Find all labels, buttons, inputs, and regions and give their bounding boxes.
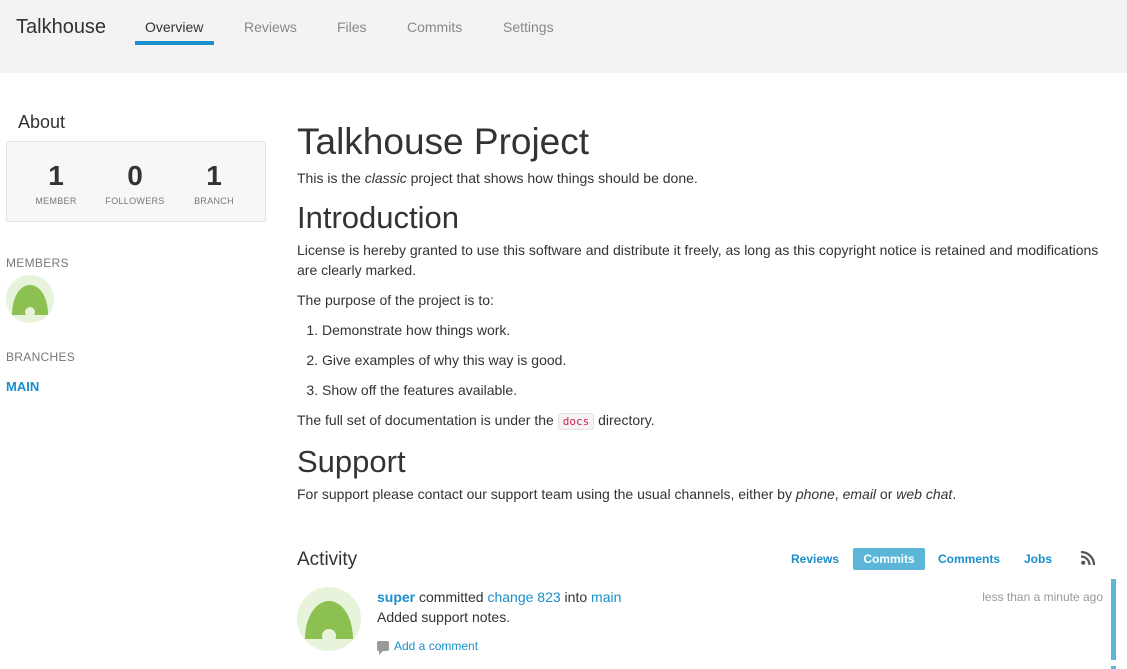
stat-branches[interactable]: 1 BRANCH <box>174 160 254 206</box>
change-link[interactable]: change 823 <box>487 589 560 605</box>
stat-followers-count: 0 <box>127 160 143 191</box>
stat-members-count: 1 <box>48 160 64 191</box>
commit-user-link[interactable]: super <box>377 589 415 605</box>
branches-heading: BRANCHES <box>6 350 76 364</box>
brand-title[interactable]: Talkhouse <box>16 16 106 39</box>
docs-code: docs <box>557 413 595 430</box>
branch-main-link[interactable]: MAIN <box>6 379 39 394</box>
intro-text: This is the <box>297 170 365 186</box>
stat-followers-label: FOLLOWERS <box>105 196 165 206</box>
commit-message: Added support notes. <box>377 609 511 625</box>
stat-branches-count: 1 <box>206 160 222 191</box>
commit-into: into <box>560 589 592 605</box>
support-end: . <box>952 486 957 502</box>
activity-tab-reviews[interactable]: Reviews <box>783 548 847 570</box>
readme-content: Talkhouse Project This is the classic pr… <box>297 118 1107 514</box>
member-avatar[interactable] <box>6 275 54 323</box>
top-navbar: Talkhouse Overview Reviews Files Commits… <box>0 0 1127 73</box>
branch-link[interactable]: main <box>591 589 621 605</box>
stat-followers[interactable]: 0 FOLLOWERS <box>95 160 175 206</box>
stat-members[interactable]: 1 MEMBER <box>16 160 96 206</box>
commit-summary: super committed change 823 into main <box>377 589 621 605</box>
support-email: email <box>842 486 877 502</box>
support-paragraph: For support please contact our support t… <box>297 484 1107 504</box>
activity-accent-bar <box>1111 579 1116 660</box>
support-phone: phone <box>795 486 835 502</box>
support-heading: Support <box>297 444 406 479</box>
intro-text-end: project that shows how things should be … <box>406 170 698 186</box>
project-stats: 1 MEMBER 0 FOLLOWERS 1 BRANCH <box>6 141 266 222</box>
commit-timestamp: less than a minute ago <box>982 590 1103 604</box>
activity-tab-comments[interactable]: Comments <box>931 548 1007 570</box>
rss-icon[interactable] <box>1080 550 1096 566</box>
tab-settings[interactable]: Settings <box>503 19 554 47</box>
add-comment-label: Add a comment <box>394 639 479 653</box>
list-item: Show off the features available. <box>322 380 1107 400</box>
tab-files[interactable]: Files <box>337 19 367 47</box>
support-webchat: web chat <box>896 486 953 502</box>
avatar-icon <box>305 601 353 643</box>
commit-verb: committed <box>415 589 488 605</box>
purpose-paragraph: The purpose of the project is to: <box>297 292 494 308</box>
tab-commits[interactable]: Commits <box>407 19 462 47</box>
docs-text: The full set of documentation is under t… <box>297 412 558 428</box>
license-paragraph: License is hereby granted to use this so… <box>297 242 1099 278</box>
introduction-heading: Introduction <box>297 200 459 235</box>
intro-paragraph: This is the classic project that shows h… <box>297 168 1107 188</box>
add-comment-link[interactable]: Add a comment <box>377 639 479 655</box>
avatar-icon <box>12 285 48 317</box>
list-item: Demonstrate how things work. <box>322 320 1107 340</box>
support-text: For support please contact our support t… <box>297 486 796 502</box>
activity-tab-commits[interactable]: Commits <box>853 548 925 570</box>
activity-tab-jobs[interactable]: Jobs <box>1013 548 1063 570</box>
stat-branches-label: BRANCH <box>194 196 234 206</box>
docs-paragraph: The full set of documentation is under t… <box>297 410 1107 432</box>
docs-text-end: directory. <box>594 412 655 428</box>
comment-icon <box>377 641 389 655</box>
list-item: Give examples of why this way is good. <box>322 350 1107 370</box>
support-or: or <box>876 486 897 502</box>
support-comma: , <box>834 486 843 502</box>
purpose-list: Demonstrate how things work. Give exampl… <box>322 320 1107 400</box>
members-heading: MEMBERS <box>6 256 69 270</box>
commit-user-avatar[interactable] <box>297 587 361 651</box>
stat-members-label: MEMBER <box>35 196 77 206</box>
about-heading: About <box>18 112 66 132</box>
tab-reviews[interactable]: Reviews <box>244 19 297 47</box>
active-tab-underline <box>135 41 214 45</box>
activity-heading: Activity <box>297 549 358 570</box>
project-title: Talkhouse Project <box>297 121 590 162</box>
intro-emphasis: classic <box>364 170 407 186</box>
